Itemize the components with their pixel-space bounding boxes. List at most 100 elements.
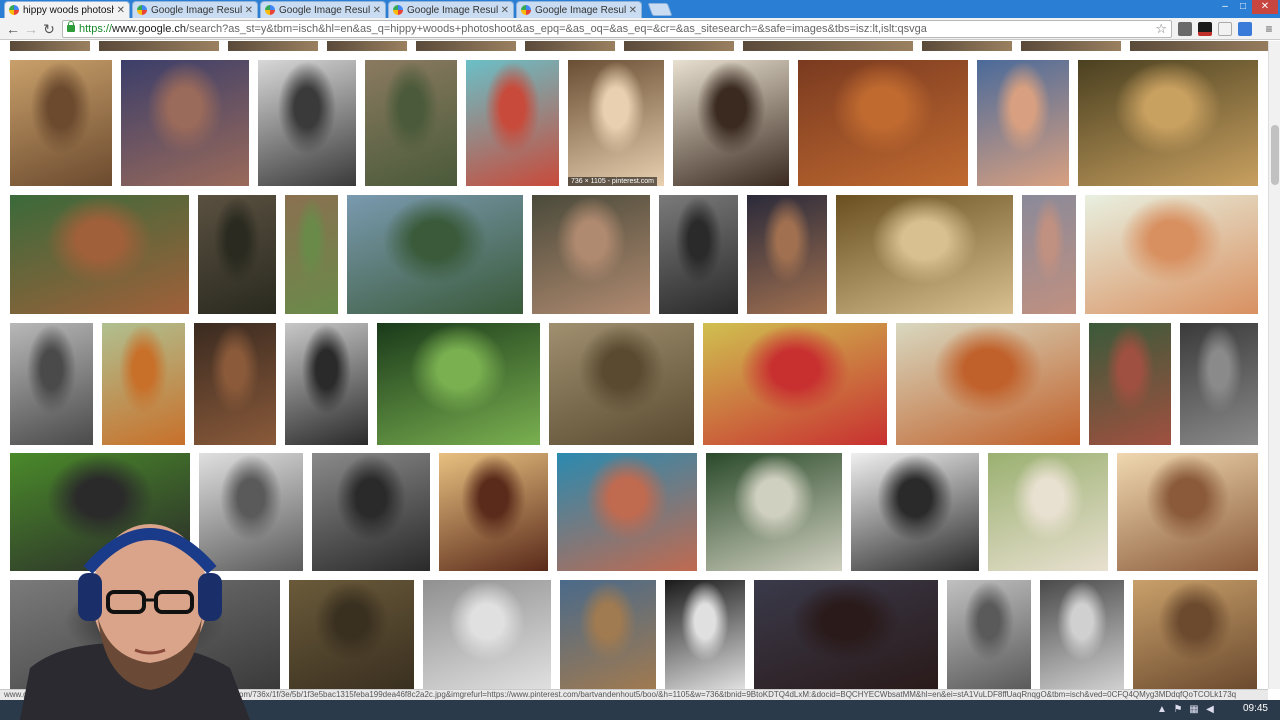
tab-label: Google Image Result for [407,4,498,16]
image-thumbnail[interactable] [798,60,968,186]
image-thumbnail[interactable] [703,323,887,445]
star-icon[interactable]: ☆ [1155,21,1167,37]
google-favicon-icon [9,5,19,15]
reload-icon[interactable]: ↻ [40,20,58,38]
image-thumbnail[interactable] [977,60,1069,186]
close-icon[interactable]: ✕ [373,5,381,16]
tray-flag-icon[interactable]: ⚑ [1172,704,1184,716]
image-thumbnail[interactable] [549,323,694,445]
image-thumbnail[interactable] [988,453,1108,571]
minimize-button[interactable]: – [1216,0,1234,14]
image-thumbnail[interactable] [1130,41,1268,51]
scrollbar[interactable] [1268,41,1280,689]
image-thumbnail[interactable] [560,580,656,689]
tab-image-result-2[interactable]: Google Image Result for ✕ [260,1,386,18]
image-thumbnail[interactable] [258,60,356,186]
image-thumbnail[interactable] [754,580,938,689]
maximize-button[interactable]: □ [1234,0,1252,14]
tray-volume-icon[interactable]: ◀ [1204,704,1216,716]
tab-image-result-3[interactable]: Google Image Result for ✕ [388,1,514,18]
image-thumbnail[interactable]: 736 × 1105 - pinterest.com [568,60,664,186]
image-thumbnail[interactable] [1133,580,1257,689]
back-arrow-icon[interactable]: ← [4,20,22,38]
menu-icon[interactable]: ≡ [1260,20,1278,38]
tab-image-result-1[interactable]: Google Image Result for ✕ [132,1,258,18]
tab-label: Google Image Result for [535,4,626,16]
image-thumbnail[interactable] [121,60,249,186]
image-thumbnail[interactable] [922,41,1012,51]
image-thumbnail[interactable] [10,60,112,186]
browser-toolbar: ← → ↻ https://www.google.ch/search?as_st… [0,18,1280,40]
image-thumbnail[interactable] [423,580,551,689]
image-thumbnail[interactable] [743,41,913,51]
image-size-caption: 736 × 1105 - pinterest.com [568,177,657,186]
clock: 09:45 [1242,703,1268,714]
image-thumbnail[interactable] [377,323,540,445]
image-thumbnail[interactable] [1180,323,1258,445]
extension-icon[interactable] [1238,22,1252,36]
image-thumbnail[interactable] [10,195,189,314]
image-thumbnail[interactable] [1078,60,1258,186]
image-thumbnail[interactable] [10,41,90,51]
image-thumbnail[interactable] [624,41,734,51]
tab-label: Google Image Result for [279,4,370,16]
image-thumbnail[interactable] [439,453,548,571]
forward-arrow-icon[interactable]: → [22,20,40,38]
image-thumbnail[interactable] [665,580,745,689]
webcam-overlay [0,478,300,720]
image-thumbnail[interactable] [365,60,457,186]
extension-icon[interactable] [1218,22,1232,36]
image-thumbnail[interactable] [285,195,338,314]
image-thumbnail[interactable] [532,195,650,314]
image-thumbnail[interactable] [347,195,523,314]
close-icon[interactable]: ✕ [629,5,637,16]
image-thumbnail[interactable] [947,580,1031,689]
image-thumbnail[interactable] [1021,41,1121,51]
image-thumbnail[interactable] [327,41,407,51]
image-thumbnail[interactable] [673,60,789,186]
address-bar[interactable]: https://www.google.ch/search?as_st=y&tbm… [62,20,1172,38]
image-thumbnail[interactable] [1040,580,1124,689]
extension-icon[interactable] [1178,22,1192,36]
image-thumbnail[interactable] [1089,323,1171,445]
image-thumbnail[interactable] [102,323,185,445]
close-icon[interactable]: ✕ [501,5,509,16]
extension-icon[interactable] [1198,22,1212,36]
image-thumbnail[interactable] [706,453,842,571]
image-thumbnail[interactable] [466,60,559,186]
image-thumbnail[interactable] [228,41,318,51]
tray-network-icon[interactable]: ▦ [1188,704,1200,716]
url-scheme: https:// [79,23,113,35]
image-thumbnail[interactable] [851,453,979,571]
url-path: /search?as_st=y&tbm=isch&hl=en&as_q=hipp… [186,23,927,35]
tray-up-arrow-icon[interactable]: ▲ [1156,704,1168,716]
tab-image-result-4[interactable]: Google Image Result for ✕ [516,1,642,18]
image-thumbnail[interactable] [198,195,276,314]
image-thumbnail[interactable] [659,195,738,314]
image-thumbnail[interactable] [416,41,516,51]
image-thumbnail[interactable] [747,195,827,314]
image-thumbnail[interactable] [557,453,697,571]
scrollbar-thumb[interactable] [1271,125,1279,185]
google-favicon-icon [393,5,403,15]
tab-hippy-woods[interactable]: hippy woods photoshoot ✕ [4,1,130,18]
window-close-button[interactable]: ✕ [1252,0,1278,14]
image-thumbnail[interactable] [10,323,93,445]
image-thumbnail[interactable] [1117,453,1258,571]
image-thumbnail[interactable] [1085,195,1258,314]
image-thumbnail[interactable] [194,323,276,445]
image-thumbnail[interactable] [1022,195,1076,314]
image-thumbnail[interactable] [836,195,1013,314]
image-thumbnail[interactable] [285,323,368,445]
image-thumbnail[interactable] [289,580,414,689]
tab-strip: hippy woods photoshoot ✕ Google Image Re… [0,0,1280,18]
image-thumbnail[interactable] [525,41,615,51]
image-thumbnail[interactable] [99,41,219,51]
image-thumbnail[interactable] [896,323,1080,445]
url-host: www.google.ch [112,23,187,35]
close-icon[interactable]: ✕ [245,5,253,16]
tab-label: hippy woods photoshoot [23,4,114,16]
image-thumbnail[interactable] [312,453,430,571]
new-tab-button[interactable] [647,3,673,16]
close-icon[interactable]: ✕ [117,5,125,16]
